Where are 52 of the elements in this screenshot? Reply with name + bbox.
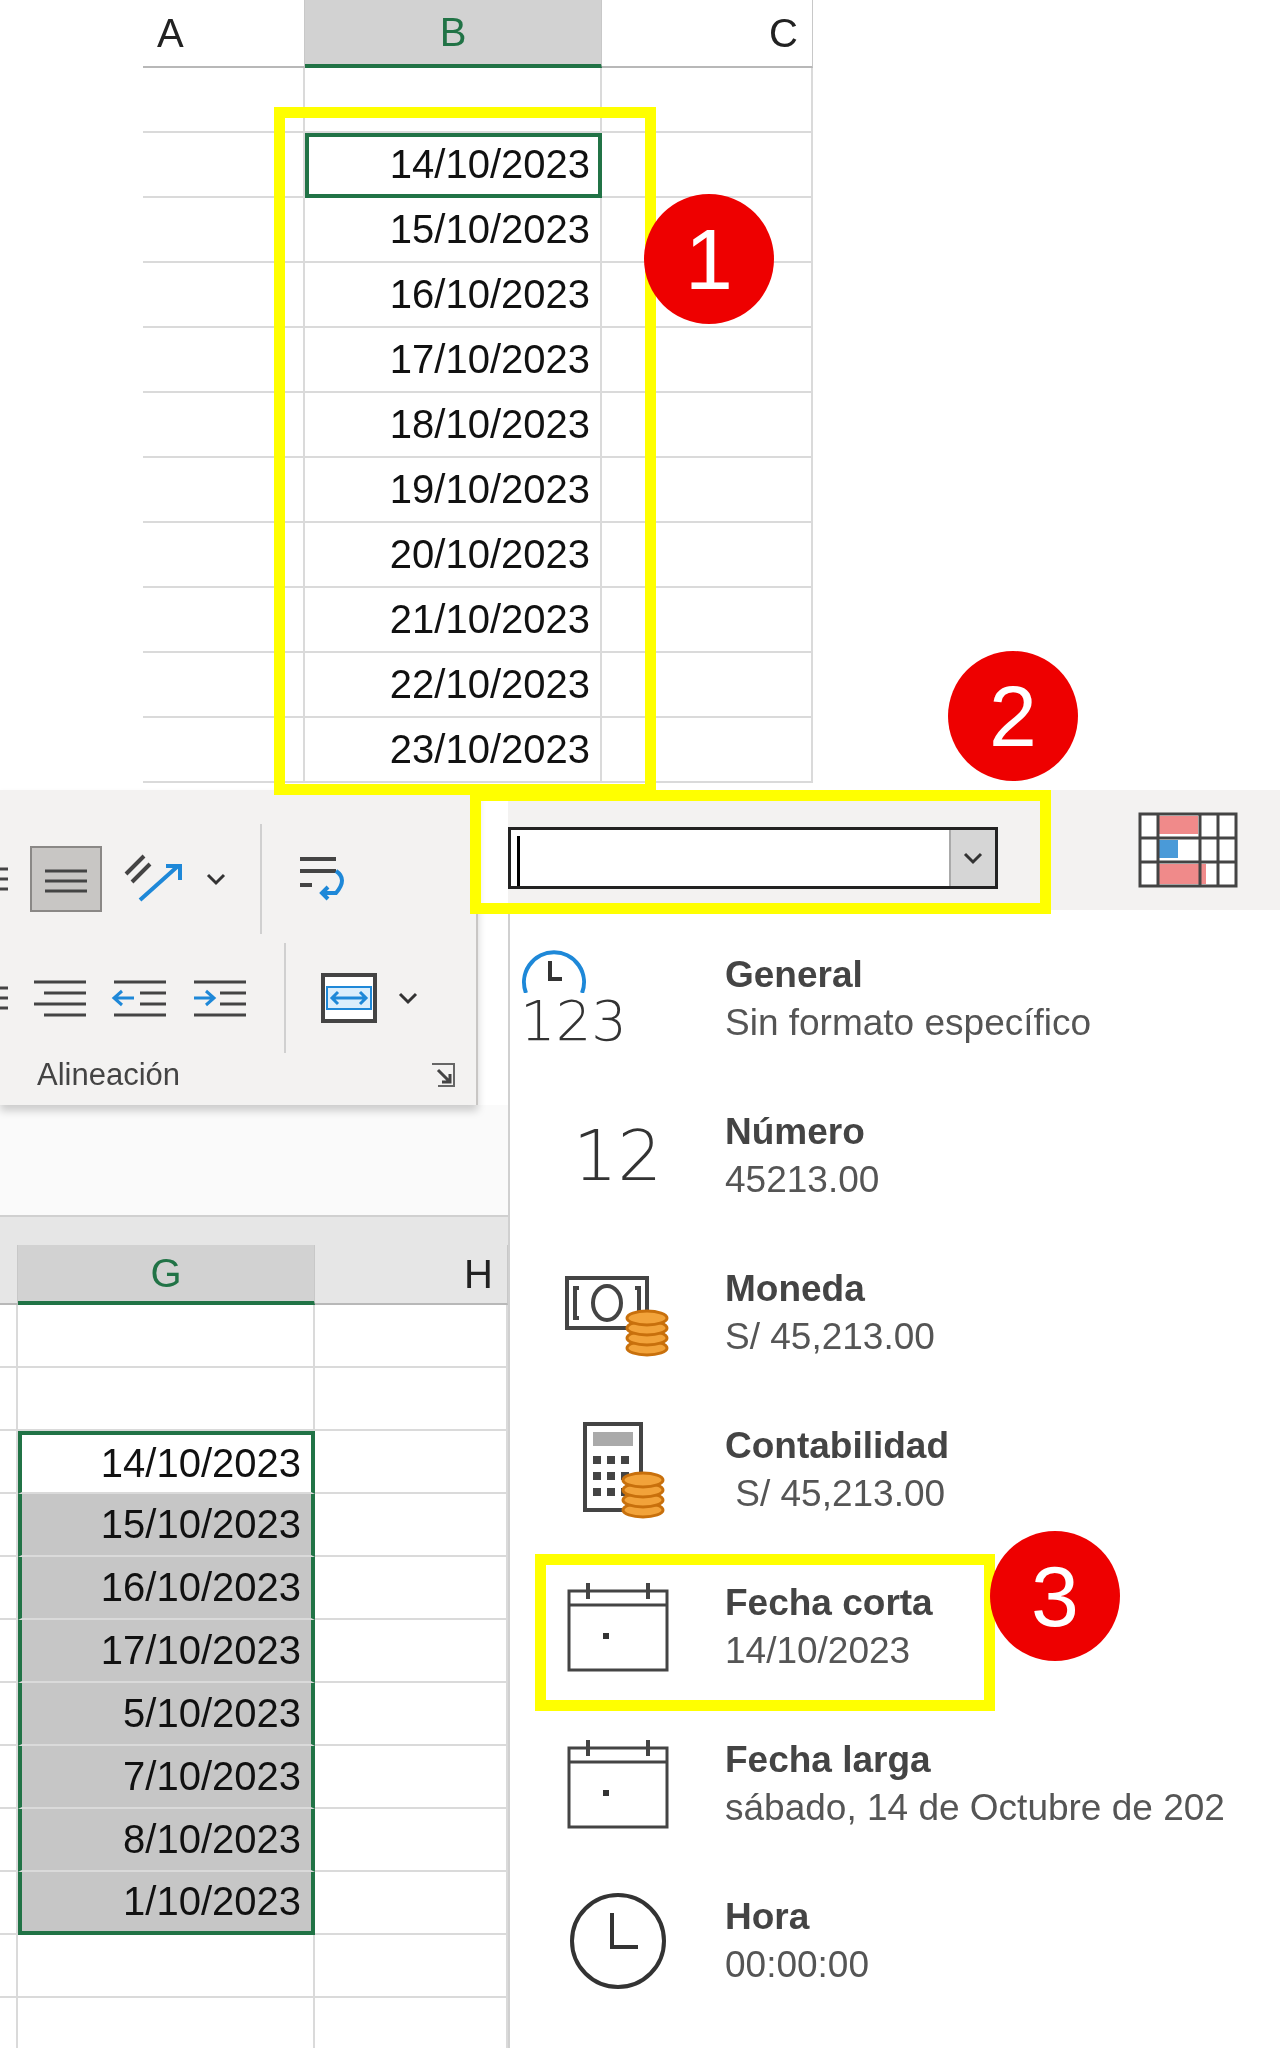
format-title[interactable]: Fecha corta xyxy=(725,1581,933,1624)
date-cell: 5/10/2023 xyxy=(18,1683,315,1746)
calendar-icon xyxy=(565,1580,670,1673)
calendar-icon xyxy=(565,1737,670,1830)
format-example: Sin formato específico xyxy=(725,1001,1092,1044)
date-cell: 8/10/2023 xyxy=(18,1809,315,1872)
format-example: 14/10/2023 xyxy=(725,1629,911,1672)
format-example: 00:00:00 xyxy=(725,1943,870,1986)
column-header[interactable]: A xyxy=(143,0,305,68)
format-title[interactable]: Fecha larga xyxy=(725,1738,931,1781)
format-example: S/ 45,213.00 xyxy=(734,1472,946,1515)
number-glyph: 12 xyxy=(572,1120,663,1191)
date-cell: 7/10/2023 xyxy=(18,1746,315,1809)
date-cell: 16/10/2023 xyxy=(305,263,602,328)
date-cell: 17/10/2023 xyxy=(18,1620,315,1683)
column-header[interactable]: G xyxy=(18,1245,315,1305)
date-cell: 20/10/2023 xyxy=(305,523,602,588)
date-cell: 23/10/2023 xyxy=(305,718,602,783)
column-header[interactable]: C xyxy=(602,0,813,68)
caret-icon[interactable] xyxy=(398,990,418,1005)
format-example: S/ 45,213.00 xyxy=(725,1315,935,1358)
column-header[interactable]: B xyxy=(305,0,602,68)
group-label: Alineación xyxy=(37,1057,181,1093)
date-cell: 15/10/2023 xyxy=(18,1494,315,1557)
date-cell: 1/10/2023 xyxy=(18,1872,315,1935)
date-cell: 19/10/2023 xyxy=(305,458,602,523)
date-cell: 15/10/2023 xyxy=(305,198,602,263)
format-title[interactable]: Número xyxy=(725,1110,865,1153)
step-number: 2 xyxy=(948,651,1078,781)
format-example: 45213.00 xyxy=(725,1158,880,1201)
caret-icon[interactable] xyxy=(963,851,983,865)
format-title[interactable]: General xyxy=(725,953,863,996)
column-header[interactable]: H xyxy=(315,1245,508,1305)
conditional-format-icon[interactable] xyxy=(1138,812,1238,888)
merge-cells-icon[interactable] xyxy=(320,971,378,1024)
format-title[interactable]: Contabilidad xyxy=(725,1424,950,1467)
number-format-field[interactable] xyxy=(508,827,998,889)
format-title[interactable]: Hora xyxy=(725,1895,810,1938)
date-cell: 21/10/2023 xyxy=(305,588,602,653)
date-cell: 16/10/2023 xyxy=(18,1557,315,1620)
date-cell: 14/10/2023 xyxy=(305,133,602,198)
middle-align-button[interactable] xyxy=(30,846,102,913)
format-title[interactable]: Moneda xyxy=(725,1267,865,1310)
format-example: sábado, 14 de Octubre de 202 xyxy=(725,1786,1225,1829)
date-cell: 14/10/2023 xyxy=(18,1431,315,1494)
date-cell: 22/10/2023 xyxy=(305,653,602,718)
date-cell: 17/10/2023 xyxy=(305,328,602,393)
date-cell: 18/10/2023 xyxy=(305,393,602,458)
caret-icon[interactable] xyxy=(206,872,226,887)
number-glyph: 123 xyxy=(520,992,627,1049)
dialog-launcher-icon[interactable] xyxy=(430,1062,456,1088)
clock-icon xyxy=(520,948,588,993)
